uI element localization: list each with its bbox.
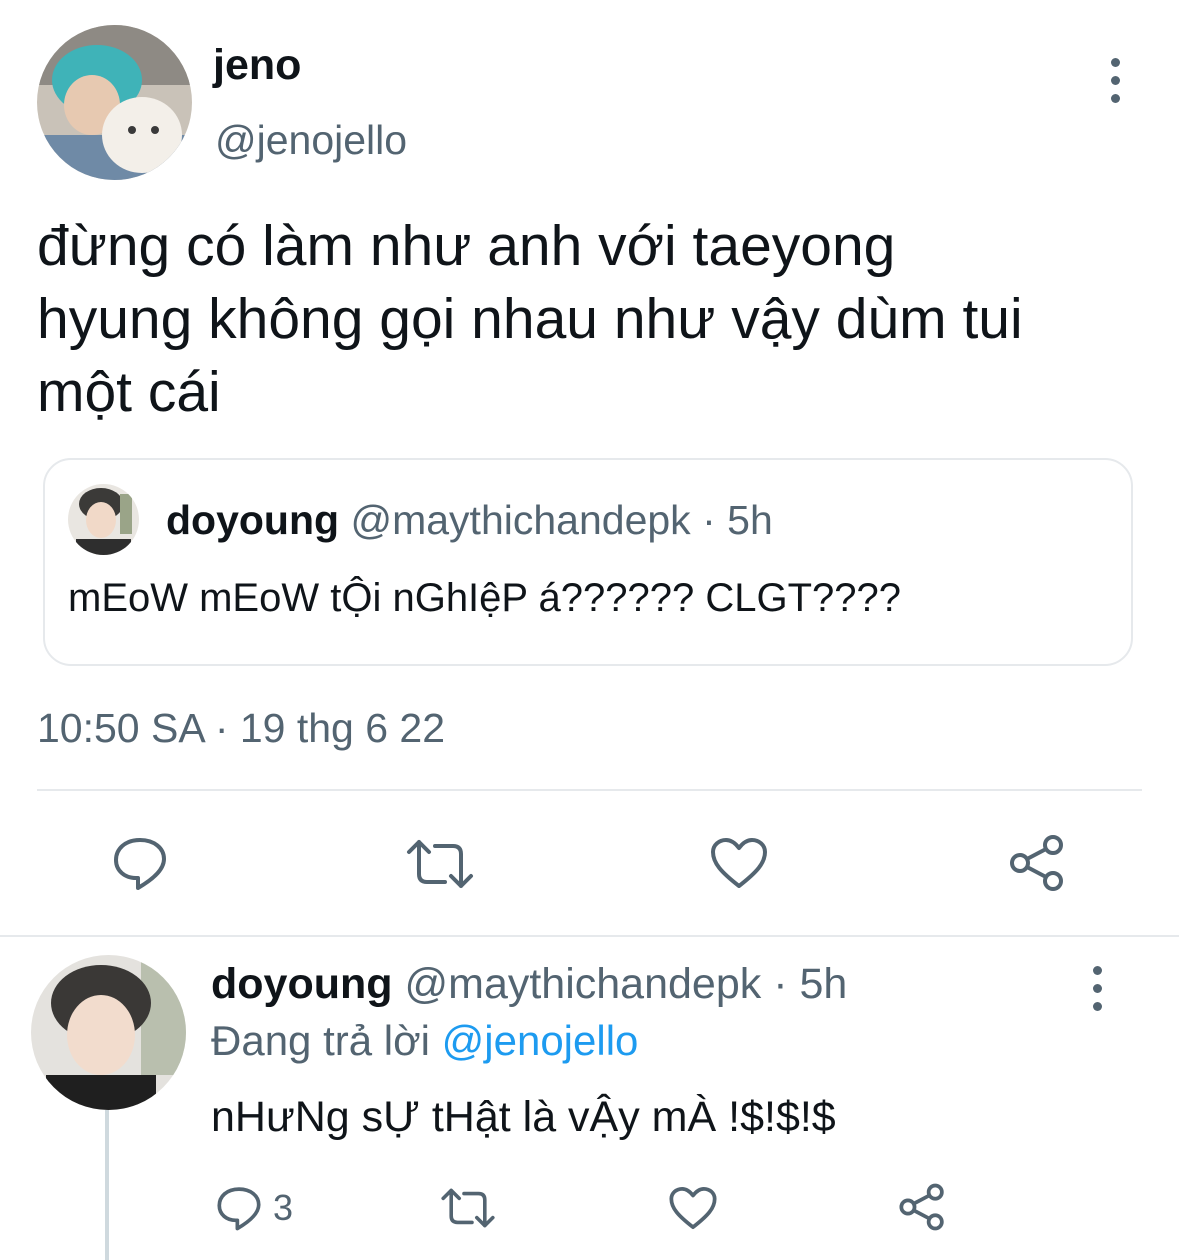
replying-to: Đang trả lời @jenojello — [211, 1015, 638, 1067]
reply-tweet-time[interactable]: · 5h — [773, 960, 847, 1008]
replying-to-prefix: Đang trả lời — [211, 1017, 430, 1064]
share-icon[interactable] — [1008, 834, 1066, 892]
reply-icon[interactable] — [112, 836, 168, 890]
reply-author-handle[interactable]: @maythichandepk — [404, 960, 761, 1008]
section-divider — [0, 935, 1179, 937]
reply-tweet-share-icon[interactable] — [898, 1183, 946, 1231]
main-tweet-text: đừng có làm như anh với taeyong hyung kh… — [37, 210, 1023, 429]
main-tweet-text-line3: một cái — [37, 360, 221, 424]
quoted-tweet-text: mEoW mEoW tỘi nGhIệP á?????? CLGT???? — [68, 576, 901, 620]
quoted-author-name[interactable]: doyoung — [166, 497, 339, 543]
quoted-author-handle[interactable]: @maythichandepk — [350, 497, 690, 543]
reply-count: 3 — [273, 1187, 294, 1228]
reply-more-options-icon[interactable] — [1082, 966, 1112, 1011]
reply-tweet-heart-icon[interactable] — [668, 1185, 718, 1231]
quoted-tweet-header: doyoung @maythichandepk · 5h — [166, 495, 773, 545]
quoted-tweet-time[interactable]: · 5h — [702, 497, 773, 543]
main-author-avatar[interactable] — [37, 25, 192, 180]
heart-icon[interactable] — [709, 836, 769, 890]
reply-tweet-reply-icon[interactable] — [216, 1185, 262, 1231]
main-author-handle[interactable]: @jenojello — [215, 115, 407, 165]
reply-tweet-header: doyoung @maythichandepk · 5h — [211, 958, 847, 1010]
reply-tweet-text: nHưNg sỰ tHật là vẬy mÀ !$!$!$ — [211, 1093, 836, 1141]
reply-author-name[interactable]: doyoung — [211, 960, 393, 1008]
retweet-icon[interactable] — [405, 838, 475, 890]
quoted-tweet-card[interactable] — [43, 458, 1133, 666]
main-tweet-timestamp[interactable]: 10:50 SA · 19 thg 6 22 — [37, 702, 445, 754]
main-tweet-text-line1: đừng có làm như anh với taeyong — [37, 214, 896, 278]
reply-tweet-retweet-icon[interactable] — [440, 1187, 496, 1229]
thread-line — [105, 1110, 109, 1260]
reply-author-avatar[interactable] — [31, 955, 186, 1110]
quoted-author-avatar[interactable] — [68, 484, 139, 555]
main-tweet-text-line2: hyung không gọi nhau như vậy dùm tui — [37, 287, 1023, 351]
divider — [37, 789, 1142, 791]
main-author-name[interactable]: jeno — [213, 40, 301, 90]
main-more-options-icon[interactable] — [1100, 58, 1130, 103]
replying-to-handle[interactable]: @jenojello — [442, 1017, 639, 1064]
